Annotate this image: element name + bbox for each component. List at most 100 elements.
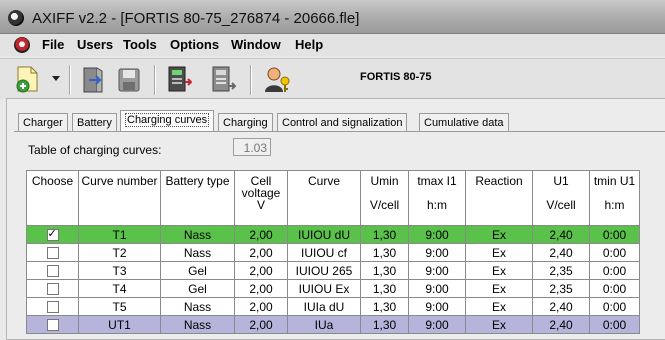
column-header-reaction[interactable]: Reaction [465, 170, 533, 226]
column-header-tmin-u1[interactable]: tmin U1 h:m [589, 170, 640, 226]
umin-cell[interactable]: 1,30 [360, 297, 409, 316]
menu-window[interactable]: Window [231, 37, 281, 52]
column-header-battery-type[interactable]: Battery type [160, 170, 235, 226]
umin-cell[interactable]: 1,30 [360, 225, 409, 244]
battery-type-cell[interactable]: Nass [160, 297, 235, 316]
cell-voltage-cell[interactable]: 2,00 [234, 243, 288, 262]
curve-cell[interactable]: IUIa dU [287, 297, 361, 316]
tmax-i1-cell[interactable]: 9:00 [408, 279, 466, 298]
battery-type-cell[interactable]: Nass [160, 225, 235, 244]
u1-cell[interactable]: 2,35 [532, 279, 590, 298]
cell-voltage-cell[interactable]: 2,00 [234, 315, 288, 334]
cell-voltage-cell[interactable]: 2,00 [234, 279, 288, 298]
menu-tools[interactable]: Tools [123, 37, 157, 52]
tmax-i1-cell[interactable]: 9:00 [408, 225, 466, 244]
tmin-u1-cell[interactable]: 0:00 [589, 261, 640, 280]
reaction-cell[interactable]: Ex [465, 243, 533, 262]
choose-checkbox[interactable] [46, 265, 59, 277]
column-header-curve[interactable]: Curve [287, 170, 361, 226]
column-header-curve-number[interactable]: Curve number [78, 170, 161, 226]
tab-label: Battery [77, 117, 112, 129]
tmin-u1-cell[interactable]: 0:00 [589, 297, 640, 316]
app-menu-icon[interactable] [14, 37, 30, 53]
tab-cumulative-data[interactable]: Cumulative data [419, 113, 509, 131]
reaction-cell[interactable]: Ex [465, 315, 533, 334]
save-icon[interactable] [116, 65, 142, 95]
battery-type-cell[interactable]: Nass [160, 243, 235, 262]
tab-control-and-signalization[interactable]: Control and signalization [277, 113, 408, 131]
curve-number-cell[interactable]: T2 [78, 243, 161, 262]
curve-number-cell[interactable]: T3 [78, 261, 161, 280]
choose-checkbox[interactable] [46, 283, 59, 295]
choose-checkbox[interactable] [46, 319, 59, 331]
curve-number-cell[interactable]: T5 [78, 297, 161, 316]
tmax-i1-cell[interactable]: 9:00 [408, 315, 466, 334]
reaction-cell[interactable]: Ex [465, 225, 533, 244]
menu-file[interactable]: File [42, 37, 64, 52]
curve-cell[interactable]: IUIOU cf [287, 243, 361, 262]
umin-cell[interactable]: 1,30 [360, 315, 409, 334]
curve-number-cell[interactable]: T1 [78, 225, 161, 244]
umin-cell[interactable]: 1,30 [360, 261, 409, 280]
u1-cell[interactable]: 2,40 [532, 297, 590, 316]
new-file-icon[interactable] [14, 65, 42, 95]
battery-type-cell[interactable]: Gel [160, 261, 235, 280]
cell-voltage-cell[interactable]: 2,00 [234, 225, 288, 244]
column-title: Choose [31, 174, 74, 188]
u1-cell[interactable]: 2,35 [532, 261, 590, 280]
device-write-icon[interactable] [210, 65, 236, 95]
table-row[interactable]: UT1 Nass 2,00 IUa 1,30 9:00 Ex 2,40 0:00 [26, 315, 640, 334]
umin-cell[interactable]: 1,30 [360, 279, 409, 298]
choose-checkbox[interactable] [46, 301, 59, 313]
u1-cell[interactable]: 2,40 [532, 225, 590, 244]
curve-cell[interactable]: IUIOU Ex [287, 279, 361, 298]
reaction-cell[interactable]: Ex [465, 297, 533, 316]
table-row[interactable]: T3 Gel 2,00 IUIOU 265 1,30 9:00 Ex 2,35 0:00 [26, 261, 640, 280]
tmax-i1-cell[interactable]: 9:00 [408, 243, 466, 262]
table-row[interactable]: T4 Gel 2,00 IUIOU Ex 1,30 9:00 Ex 2,35 0:00 [26, 279, 640, 298]
choose-cell [26, 279, 79, 298]
menu-help[interactable]: Help [295, 37, 323, 52]
battery-type-cell[interactable]: Gel [160, 279, 235, 298]
exit-door-icon[interactable] [80, 65, 106, 95]
menu-bar: File Users Tools Options Window Help [0, 34, 665, 56]
menu-users[interactable]: Users [77, 37, 113, 52]
u1-cell[interactable]: 2,40 [532, 315, 590, 334]
curve-number-cell[interactable]: T4 [78, 279, 161, 298]
cell-voltage-cell[interactable]: 2,00 [234, 297, 288, 316]
reaction-cell[interactable]: Ex [465, 261, 533, 280]
menu-options[interactable]: Options [170, 37, 219, 52]
column-header-u1[interactable]: U1 V/cell [532, 170, 590, 226]
tmax-i1-cell[interactable]: 9:00 [408, 297, 466, 316]
tmin-u1-cell[interactable]: 0:00 [589, 243, 640, 262]
tmin-u1-cell[interactable]: 0:00 [589, 225, 640, 244]
table-row[interactable]: T5 Nass 2,00 IUIa dU 1,30 9:00 Ex 2,40 0:00 [26, 297, 640, 316]
column-header-umin[interactable]: Umin V/cell [360, 170, 409, 226]
tmin-u1-cell[interactable]: 0:00 [589, 279, 640, 298]
umin-cell[interactable]: 1,30 [360, 243, 409, 262]
tmin-u1-cell[interactable]: 0:00 [589, 315, 640, 334]
tab-charger[interactable]: Charger [18, 113, 68, 131]
device-read-icon[interactable] [166, 65, 192, 95]
choose-checkbox[interactable] [46, 227, 59, 241]
tab-charging-curves[interactable]: Charging curves [120, 110, 215, 132]
column-header-tmax-i1[interactable]: tmax I1 h:m [408, 170, 466, 226]
u1-cell[interactable]: 2,40 [532, 243, 590, 262]
battery-type-cell[interactable]: Nass [160, 315, 235, 334]
choose-checkbox[interactable] [46, 247, 59, 259]
curve-cell[interactable]: IUIOU dU [287, 225, 361, 244]
cell-voltage-cell[interactable]: 2,00 [234, 261, 288, 280]
curve-number-cell[interactable]: UT1 [78, 315, 161, 334]
reaction-cell[interactable]: Ex [465, 279, 533, 298]
curve-cell[interactable]: IUIOU 265 [287, 261, 361, 280]
device-caption: FORTIS 80-75 [360, 71, 432, 83]
column-header-choose[interactable]: Choose [26, 170, 79, 226]
curve-cell[interactable]: IUa [287, 315, 361, 334]
user-key-icon[interactable] [262, 65, 292, 95]
table-row[interactable]: T2 Nass 2,00 IUIOU cf 1,30 9:00 Ex 2,40 0:00 [26, 243, 640, 262]
column-header-cell-voltage[interactable]: Cell voltage V [234, 170, 288, 226]
table-row[interactable]: T1Nass2,00IUIOU dU1,309:00Ex2,400:00 [26, 225, 640, 244]
tab-battery[interactable]: Battery [72, 113, 117, 131]
tab-charging[interactable]: Charging [218, 113, 273, 131]
tmax-i1-cell[interactable]: 9:00 [408, 261, 466, 280]
